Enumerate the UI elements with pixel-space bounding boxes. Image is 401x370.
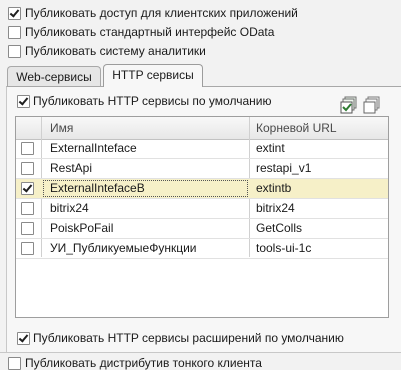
row-url: bitrix24 — [256, 201, 295, 215]
publish-http-extensions-label: Публиковать HTTP сервисы расширений по у… — [33, 331, 344, 345]
tab-web-services[interactable]: Web-сервисы — [7, 66, 101, 86]
row-checkbox[interactable] — [21, 202, 34, 215]
row-checkbox[interactable] — [21, 162, 34, 175]
table-header: Имя Корневой URL — [16, 117, 388, 140]
publish-odata-checkbox[interactable] — [8, 26, 21, 39]
row-checkbox[interactable] — [21, 222, 34, 235]
table-row[interactable]: ExternalInteface extint — [16, 139, 388, 159]
publish-client-access-label: Публиковать доступ для клиентских прилож… — [25, 6, 298, 20]
publish-thin-client-label: Публиковать дистрибутив тонкого клиента — [25, 356, 262, 370]
publish-analytics-checkbox[interactable] — [8, 45, 21, 58]
check-all-icon[interactable] — [340, 96, 358, 114]
publish-odata-label: Публиковать стандартный интерфейс OData — [25, 25, 275, 39]
publish-http-default-checkbox[interactable] — [17, 95, 30, 108]
column-header-root-url[interactable]: Корневой URL — [256, 117, 337, 139]
row-name: RestApi — [50, 161, 93, 175]
row-name: bitrix24 — [50, 201, 89, 215]
divider — [0, 352, 401, 353]
table-row[interactable]: bitrix24 bitrix24 — [16, 199, 388, 219]
row-name: PoiskPoFail — [50, 221, 114, 235]
row-checkbox[interactable] — [21, 242, 34, 255]
row-name: УИ_ПубликуемыеФункции — [50, 241, 197, 255]
publish-http-default-label: Публиковать HTTP сервисы по умолчанию — [33, 94, 272, 108]
publish-client-access-checkbox[interactable] — [8, 7, 21, 20]
row-name: ExternalInteface — [50, 141, 137, 155]
row-name: ExternalIntefaceB — [42, 179, 249, 198]
row-url: restapi_v1 — [256, 161, 312, 175]
table-row[interactable]: PoiskPoFail GetColls — [16, 219, 388, 239]
uncheck-all-icon[interactable] — [363, 96, 381, 114]
table-row[interactable]: ExternalIntefaceB extintb — [16, 179, 388, 199]
row-url: extintb — [256, 181, 292, 195]
publish-http-extensions-checkbox[interactable] — [17, 332, 30, 345]
table-row[interactable]: RestApi restapi_v1 — [16, 159, 388, 179]
tab-http-services[interactable]: HTTP сервисы — [103, 64, 203, 87]
row-checkbox[interactable] — [21, 142, 34, 155]
http-services-table[interactable]: Имя Корневой URL ExternalInteface extint… — [15, 116, 389, 318]
row-checkbox[interactable] — [21, 182, 34, 195]
row-url: extint — [256, 141, 285, 155]
row-url: tools-ui-1c — [256, 241, 312, 255]
table-row[interactable]: УИ_ПубликуемыеФункции tools-ui-1c — [16, 239, 388, 259]
row-url: GetColls — [256, 221, 303, 235]
column-header-name[interactable]: Имя — [50, 117, 73, 139]
publish-analytics-label: Публиковать систему аналитики — [25, 44, 206, 58]
